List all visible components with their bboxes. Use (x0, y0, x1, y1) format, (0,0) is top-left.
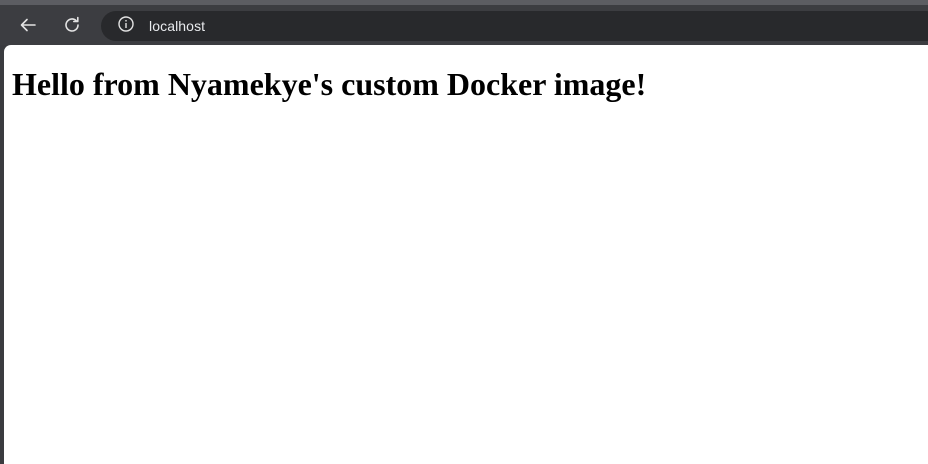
site-info-button[interactable] (116, 15, 136, 38)
url-text[interactable]: localhost (149, 18, 205, 34)
reload-icon (62, 15, 82, 35)
reload-button[interactable] (56, 9, 88, 41)
page-content: Hello from Nyamekye's custom Docker imag… (4, 45, 928, 464)
info-icon (117, 15, 135, 38)
address-bar[interactable]: localhost (101, 11, 928, 41)
back-button[interactable] (12, 9, 44, 41)
arrow-left-icon (18, 15, 38, 35)
page-heading: Hello from Nyamekye's custom Docker imag… (12, 66, 647, 102)
browser-window: localhost Hello from Nyamekye's custom D… (0, 0, 928, 464)
browser-toolbar: localhost (0, 5, 928, 45)
